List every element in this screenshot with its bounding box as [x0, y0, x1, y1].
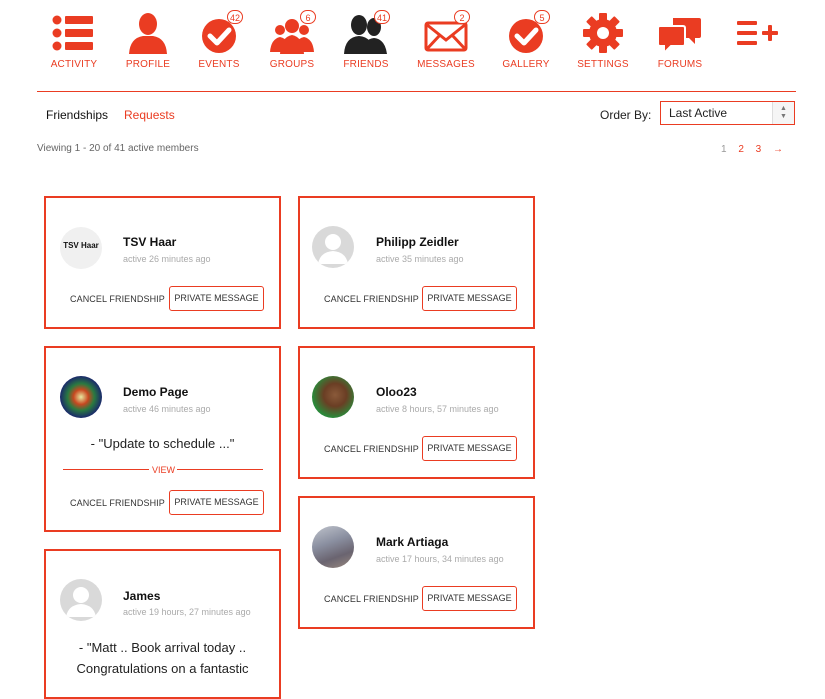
nav-friends-label: FRIENDS: [343, 59, 389, 70]
latest-update-line-2: Congratulations on a fantastic: [76, 661, 249, 676]
page-3[interactable]: 3: [756, 144, 762, 155]
nav-groups-label: GROUPS: [269, 59, 315, 70]
envelope-icon: 2: [423, 10, 470, 54]
private-message-button[interactable]: PRIVATE MESSAGE: [169, 286, 264, 311]
member-last-active: active 46 minutes ago: [123, 404, 211, 414]
events-count-badge: 42: [226, 10, 243, 24]
profile-navigation: ACTIVITY PROFILE 42 EVENTS 6 GROUPS 41 F…: [0, 0, 825, 80]
menu-plus-icon: [734, 12, 780, 54]
order-by-label: Order By:: [600, 108, 652, 122]
avatar[interactable]: [312, 376, 354, 418]
private-message-button[interactable]: PRIVATE MESSAGE: [422, 436, 517, 461]
nav-divider: [37, 91, 796, 92]
member-last-active: active 17 hours, 34 minutes ago: [376, 554, 504, 564]
nav-events-label: EVENTS: [198, 59, 240, 70]
nav-profile[interactable]: PROFILE: [108, 12, 188, 70]
avatar[interactable]: [60, 376, 102, 418]
viewing-count: Viewing 1 - 20 of 41 active members: [37, 143, 199, 154]
member-last-active: active 35 minutes ago: [376, 254, 464, 264]
member-name[interactable]: Philipp Zeidler: [376, 235, 459, 249]
order-by-value: Last Active: [669, 106, 728, 120]
member-name[interactable]: Oloo23: [376, 385, 417, 399]
view-divider-right: [177, 469, 263, 470]
tab-friendships[interactable]: Friendships: [46, 108, 108, 122]
latest-update-text: - "Update to schedule ...": [90, 436, 235, 451]
member-name[interactable]: James: [123, 589, 160, 603]
member-card: Demo Page active 46 minutes ago - "Updat…: [44, 346, 281, 532]
private-message-button[interactable]: PRIVATE MESSAGE: [422, 286, 517, 311]
member-last-active: active 8 hours, 57 minutes ago: [376, 404, 499, 414]
nav-settings-label: SETTINGS: [577, 59, 629, 70]
default-avatar-icon: [318, 234, 348, 264]
gear-icon: [580, 12, 626, 54]
chat-bubbles-icon: [657, 12, 703, 54]
friends-icon: 41: [343, 10, 390, 54]
page-1: 1: [720, 144, 727, 155]
cancel-friendship-button[interactable]: CANCEL FRIENDSHIP: [324, 294, 419, 304]
order-by-select[interactable]: Last Active ▲ ▼: [660, 101, 795, 125]
member-last-active: active 26 minutes ago: [123, 254, 211, 264]
next-page-arrow[interactable]: →: [773, 144, 783, 155]
nav-messages[interactable]: 2 MESSAGES: [406, 10, 486, 70]
nav-events[interactable]: 42 EVENTS: [179, 10, 259, 70]
avatar[interactable]: [312, 526, 354, 568]
avatar[interactable]: [312, 226, 354, 268]
private-message-button[interactable]: PRIVATE MESSAGE: [169, 490, 264, 515]
tab-requests[interactable]: Requests: [124, 108, 175, 122]
nav-forums-label: FORUMS: [657, 59, 703, 70]
groups-count-badge: 6: [300, 10, 316, 24]
cancel-friendship-button[interactable]: CANCEL FRIENDSHIP: [324, 444, 419, 454]
member-card: Oloo23 active 8 hours, 57 minutes ago CA…: [298, 346, 535, 479]
nav-messages-label: MESSAGES: [417, 59, 475, 70]
nav-activity-label: ACTIVITY: [50, 59, 98, 70]
page-2[interactable]: 2: [738, 144, 744, 155]
check-circle-icon: 42: [196, 10, 243, 54]
nav-more[interactable]: [717, 12, 797, 54]
gallery-count-badge: 5: [534, 10, 550, 24]
member-card: Mark Artiaga active 17 hours, 34 minutes…: [298, 496, 535, 629]
cancel-friendship-button[interactable]: CANCEL FRIENDSHIP: [324, 594, 419, 604]
select-arrows-icon: ▲ ▼: [772, 102, 794, 124]
avatar[interactable]: [60, 579, 102, 621]
check-circle-icon: 5: [503, 10, 550, 54]
nav-groups[interactable]: 6 GROUPS: [252, 10, 332, 70]
nav-profile-label: PROFILE: [125, 59, 171, 70]
pagination: 1 2 3 →: [712, 144, 783, 155]
nav-friends[interactable]: 41 FRIENDS: [326, 10, 406, 70]
cancel-friendship-button[interactable]: CANCEL FRIENDSHIP: [70, 294, 165, 304]
nav-settings[interactable]: SETTINGS: [563, 12, 643, 70]
member-name[interactable]: TSV Haar: [123, 235, 176, 249]
cancel-friendship-button[interactable]: CANCEL FRIENDSHIP: [70, 498, 165, 508]
group-icon: 6: [269, 10, 316, 54]
member-card: TSV Haar TSV Haar active 26 minutes ago …: [44, 196, 281, 329]
member-card: Philipp Zeidler active 35 minutes ago CA…: [298, 196, 535, 329]
nav-gallery[interactable]: 5 GALLERY: [486, 10, 566, 70]
activity-list-icon: [51, 12, 97, 54]
member-name[interactable]: Mark Artiaga: [376, 535, 448, 549]
latest-update-line-1: - "Matt .. Book arrival today ..: [78, 640, 247, 655]
view-update-link[interactable]: VIEW: [152, 465, 175, 475]
messages-count-badge: 2: [454, 10, 470, 24]
private-message-button[interactable]: PRIVATE MESSAGE: [422, 586, 517, 611]
view-divider-left: [63, 469, 149, 470]
member-card: James active 19 hours, 27 minutes ago - …: [44, 549, 281, 699]
avatar[interactable]: TSV Haar: [60, 227, 102, 269]
member-name[interactable]: Demo Page: [123, 385, 188, 399]
friends-count-badge: 41: [373, 10, 390, 24]
member-last-active: active 19 hours, 27 minutes ago: [123, 607, 251, 617]
avatar-logo-text: TSV Haar: [63, 241, 99, 250]
user-icon: [125, 12, 171, 54]
nav-activity[interactable]: ACTIVITY: [34, 12, 114, 70]
nav-forums[interactable]: FORUMS: [640, 12, 720, 70]
default-avatar-icon: [66, 587, 96, 617]
nav-gallery-label: GALLERY: [502, 59, 550, 70]
